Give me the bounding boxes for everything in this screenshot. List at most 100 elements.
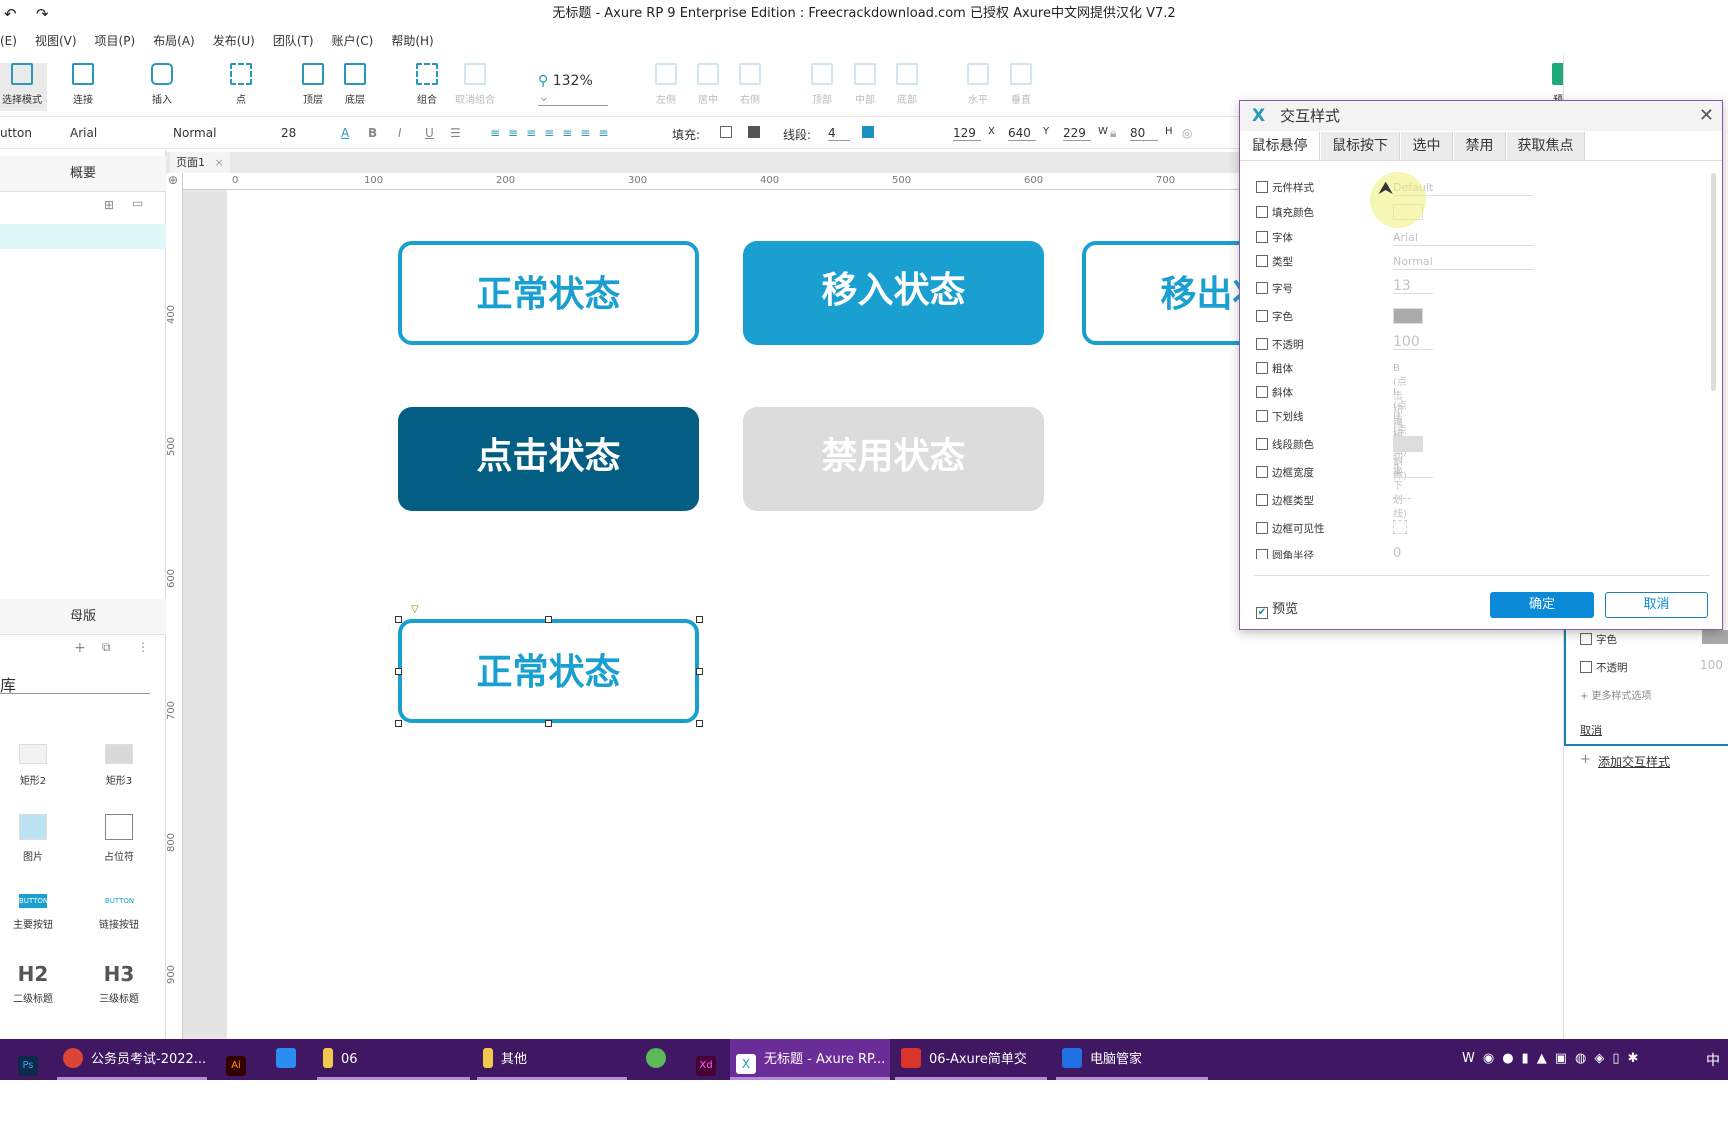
row-underline[interactable]: 下划线U (点击切换下划线)	[1256, 410, 1407, 520]
resize-handle[interactable]	[696, 616, 703, 623]
menu-project[interactable]: 项目(P)	[95, 28, 136, 54]
distribute-vertical-button[interactable]: 垂直	[996, 63, 1046, 106]
point-button[interactable]: 点	[216, 63, 266, 106]
checkbox[interactable]	[1256, 362, 1268, 374]
font-color-swatch[interactable]	[1702, 630, 1728, 644]
shadow-swatch[interactable]	[748, 126, 760, 138]
y-input[interactable]: 640	[1008, 126, 1036, 141]
weight-select[interactable]: Normal	[173, 126, 216, 140]
style-select[interactable]: utton	[0, 126, 32, 140]
menu-account[interactable]: 账户(C)	[332, 28, 374, 54]
folder-icon[interactable]: ▭	[132, 196, 143, 210]
taskbar-green-app[interactable]	[640, 1039, 670, 1080]
line-color-swatch[interactable]	[1393, 436, 1423, 452]
taskbar-video[interactable]: 06-Axure简单交互...	[895, 1039, 1047, 1108]
checkbox[interactable]	[1256, 549, 1268, 559]
library-select[interactable]: 库	[0, 672, 150, 695]
connect-button[interactable]: 连接	[58, 63, 108, 106]
menu-publish[interactable]: 发布(U)	[213, 28, 255, 54]
add-page-icon[interactable]: ⊞	[104, 198, 114, 212]
preview-checkbox-row[interactable]: ✔ 预览	[1256, 598, 1298, 619]
row-border-type[interactable]: 边框类型	[1256, 494, 1411, 512]
font-select[interactable]: Arial	[70, 126, 97, 140]
page-tree-item-selected[interactable]	[0, 224, 166, 249]
line-width-input[interactable]: 4	[828, 126, 850, 141]
resize-handle[interactable]	[395, 616, 402, 623]
row-widget-style[interactable]: 元件样式Default	[1256, 181, 1533, 199]
row-line-color[interactable]: 线段颜色	[1256, 436, 1423, 456]
type-select[interactable]: Normal	[1393, 255, 1533, 270]
taskbar-xd[interactable]: Xd	[690, 1039, 726, 1080]
bold-icon[interactable]: B	[368, 126, 377, 140]
taskbar-app[interactable]	[270, 1039, 300, 1080]
font-color-icon[interactable]: A	[341, 126, 349, 140]
row-corner-radius[interactable]: 圆角半径 0	[1256, 547, 1401, 559]
menu-view[interactable]: 视图(V)	[35, 28, 77, 54]
row-bold[interactable]: 粗体B (点击切换粗体)	[1256, 362, 1407, 458]
widget-rectangle2[interactable]: 矩形2	[0, 744, 68, 787]
taskbar-chrome[interactable]: 公务员考试-2022...	[57, 1039, 207, 1080]
checkbox[interactable]	[1256, 494, 1268, 506]
tab-mouse-down[interactable]: 鼠标按下	[1321, 132, 1400, 160]
menu-layout[interactable]: 布局(A)	[153, 28, 195, 54]
more-icon[interactable]: ⋮	[137, 640, 149, 654]
group-button[interactable]: 组合	[402, 63, 452, 106]
font-color-swatch[interactable]	[1393, 308, 1423, 324]
checkbox[interactable]	[1256, 522, 1268, 534]
row-font-size[interactable]: 字号 13	[1256, 279, 1433, 300]
list-icon[interactable]: ☰	[450, 126, 461, 140]
close-icon[interactable]: ×	[215, 156, 224, 169]
undo-icon[interactable]: ↶	[4, 0, 17, 28]
resize-handle[interactable]	[395, 668, 402, 675]
zoom-select[interactable]: ⚲ 132% ⌄	[538, 73, 608, 106]
interaction-marker-icon[interactable]: ▽	[411, 604, 419, 615]
row-opacity[interactable]: 不透明 100	[1256, 335, 1433, 356]
row-fill-color[interactable]: 填充颜色	[1256, 204, 1423, 224]
ok-button[interactable]: 确定	[1490, 592, 1594, 618]
send-to-back-button[interactable]: 底层	[330, 63, 380, 106]
taskbar-photoshop[interactable]: Ps	[12, 1039, 42, 1080]
underline-icon[interactable]: U	[425, 126, 434, 140]
checkbox[interactable]	[1580, 633, 1592, 645]
line-color-swatch[interactable]	[862, 126, 874, 138]
x-input[interactable]: 129	[953, 126, 981, 141]
button-hover-state[interactable]: 移入状态	[743, 241, 1044, 345]
font-size-input[interactable]: 13	[1393, 279, 1433, 294]
checkbox[interactable]	[1256, 231, 1268, 243]
tab-mouse-hover[interactable]: 鼠标悬停	[1240, 132, 1320, 160]
font-color-row[interactable]: 字色	[1580, 632, 1617, 647]
add-icon[interactable]: +	[74, 640, 86, 656]
row-font-color[interactable]: 字色	[1256, 308, 1423, 328]
opacity-input[interactable]: 100	[1393, 335, 1433, 350]
lock-icon[interactable]: 🔒︎	[1110, 126, 1116, 141]
checkbox[interactable]	[1256, 255, 1268, 267]
button-normal-state[interactable]: 正常状态	[398, 241, 699, 345]
row-border-width[interactable]: 边框宽度 1	[1256, 463, 1433, 484]
align-right-button[interactable]: 右侧	[725, 63, 775, 106]
checkbox[interactable]	[1256, 410, 1268, 422]
align-bottom-button[interactable]: 底部	[882, 63, 932, 106]
select-mode-button[interactable]: 选择模式	[0, 63, 47, 111]
ungroup-button[interactable]: 取消组合	[450, 63, 500, 106]
widget-image[interactable]: 图片	[0, 814, 68, 863]
ime-indicator[interactable]: 中	[1706, 1050, 1720, 1070]
duplicate-icon[interactable]: ⧉	[102, 640, 111, 655]
checkbox[interactable]	[1256, 386, 1268, 398]
more-style-options-link[interactable]: + 更多样式选项	[1580, 687, 1652, 702]
opacity-row[interactable]: 不透明	[1580, 660, 1628, 675]
cancel-link[interactable]: 取消	[1580, 722, 1602, 738]
resize-handle[interactable]	[395, 720, 402, 727]
selected-button[interactable]: 正常状态	[398, 619, 699, 723]
button-click-state[interactable]: 点击状态	[398, 407, 699, 511]
tab-selected[interactable]: 选中	[1401, 132, 1453, 160]
checkbox[interactable]	[1256, 338, 1268, 350]
menu-team[interactable]: 团队(T)	[273, 28, 314, 54]
widget-placeholder[interactable]: 占位符	[84, 814, 154, 863]
fill-color-swatch[interactable]	[720, 126, 732, 138]
checkbox[interactable]	[1256, 438, 1268, 450]
w-input[interactable]: 229	[1063, 126, 1091, 141]
taskbar-axure[interactable]: X 无标题 - Axure RP...	[730, 1039, 890, 1080]
close-icon[interactable]: ✕	[1699, 101, 1714, 131]
widget-rectangle3[interactable]: 矩形3	[84, 744, 154, 787]
button-disabled-state[interactable]: 禁用状态	[743, 407, 1044, 511]
